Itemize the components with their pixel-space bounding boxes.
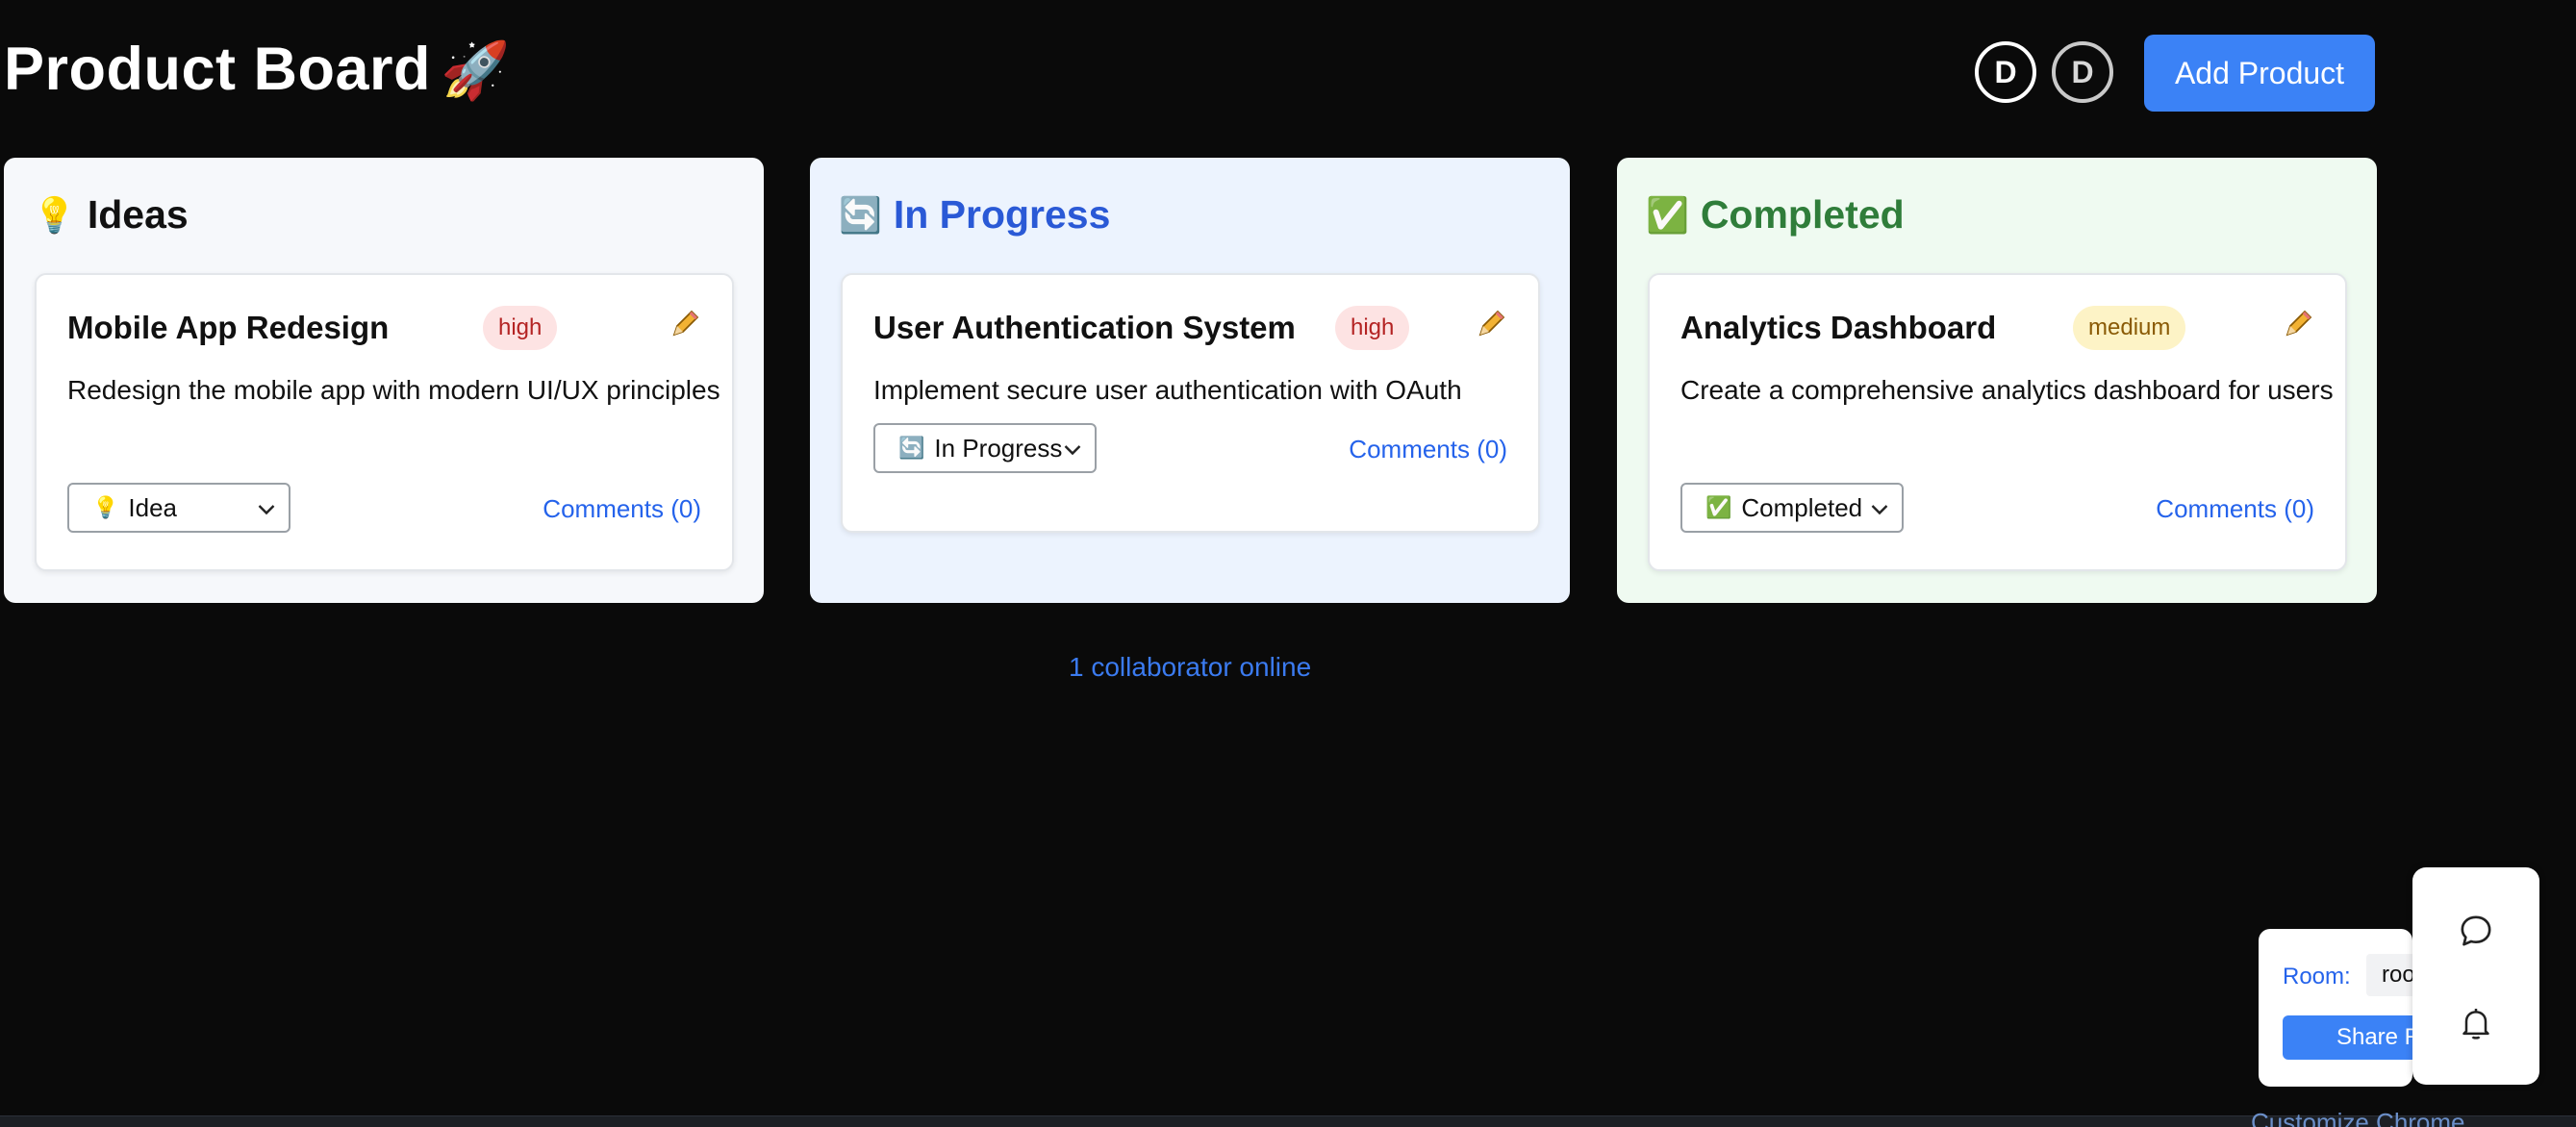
chevron-down-icon xyxy=(258,505,275,515)
status-select[interactable]: ✅ Completed xyxy=(1680,483,1904,533)
product-card[interactable]: Analytics Dashboard medium Create a comp… xyxy=(1648,273,2347,571)
card-title: User Authentication System xyxy=(873,310,1296,345)
rocket-icon: 🚀 xyxy=(441,39,511,102)
column-completed: ✅ Completed Analytics Dashboard medium C… xyxy=(1617,158,2377,603)
collaborator-status: 1 collaborator online xyxy=(1069,652,1312,682)
pencil-icon[interactable] xyxy=(1475,306,1509,340)
column-title-text: In Progress xyxy=(893,192,1111,237)
refresh-icon: 🔄 xyxy=(898,436,925,460)
avatar[interactable]: D xyxy=(1975,41,2036,103)
tool-rail xyxy=(2412,867,2539,1085)
product-card[interactable]: User Authentication System high Implemen… xyxy=(841,273,1540,533)
card-title: Analytics Dashboard xyxy=(1680,310,1997,345)
app-root: Product Board 🚀 D D Add Product 💡 Ideas M… xyxy=(0,0,2576,1127)
priority-badge: medium xyxy=(2073,306,2186,350)
column-title-text: Ideas xyxy=(87,192,189,237)
pencil-icon[interactable] xyxy=(2282,306,2316,340)
priority-badge: high xyxy=(483,306,558,350)
column-in-progress: 🔄 In Progress User Authentication System… xyxy=(810,158,1570,603)
chat-bubble-icon[interactable] xyxy=(2457,912,2495,950)
share-room-button[interactable]: Share R xyxy=(2283,1015,2412,1060)
browser-bottom-bar xyxy=(0,1115,2576,1127)
page-title-text: Product Board xyxy=(4,36,432,103)
room-label: Room: xyxy=(2283,964,2351,989)
card-title: Mobile App Redesign xyxy=(67,310,390,345)
priority-badge: high xyxy=(1335,306,1410,350)
check-icon: ✅ xyxy=(1705,495,1732,519)
avatar[interactable]: D xyxy=(2052,41,2113,103)
room-panel: Room: Share R xyxy=(2259,929,2412,1087)
status-value: Completed xyxy=(1741,492,1863,522)
card-description: Create a comprehensive analytics dashboa… xyxy=(1680,375,2334,405)
status-value: Idea xyxy=(128,492,178,522)
room-input[interactable] xyxy=(2366,954,2412,996)
lightbulb-icon: 💡 xyxy=(92,495,119,519)
bell-icon[interactable] xyxy=(2457,1004,2495,1042)
comments-link[interactable]: Comments (0) xyxy=(1349,435,1507,464)
column-ideas: 💡 Ideas Mobile App Redesign high Redesig… xyxy=(4,158,764,603)
refresh-icon: 🔄 xyxy=(839,194,882,235)
customize-chrome-link[interactable]: Customize Chrome xyxy=(2251,1108,2465,1127)
chevron-down-icon xyxy=(1871,505,1888,515)
check-icon: ✅ xyxy=(1646,194,1689,235)
pencil-icon[interactable] xyxy=(669,306,703,340)
add-product-button[interactable]: Add Product xyxy=(2144,35,2375,112)
column-title: 🔄 In Progress xyxy=(839,192,1110,238)
chevron-down-icon xyxy=(1064,445,1081,456)
column-title-text: Completed xyxy=(1700,192,1905,237)
column-title: 💡 Ideas xyxy=(33,192,189,238)
page-title: Product Board 🚀 xyxy=(4,35,511,104)
comments-link[interactable]: Comments (0) xyxy=(2156,494,2314,524)
status-value: In Progress xyxy=(934,433,1063,463)
product-card[interactable]: Mobile App Redesign high Redesign the mo… xyxy=(35,273,734,571)
status-select[interactable]: 💡 Idea xyxy=(67,483,290,533)
card-description: Implement secure user authentication wit… xyxy=(873,375,1462,405)
lightbulb-icon: 💡 xyxy=(33,194,76,235)
status-select[interactable]: 🔄 In Progress xyxy=(873,423,1097,473)
comments-link[interactable]: Comments (0) xyxy=(543,494,701,524)
column-title: ✅ Completed xyxy=(1646,192,1905,238)
card-description: Redesign the mobile app with modern UI/U… xyxy=(67,375,720,405)
